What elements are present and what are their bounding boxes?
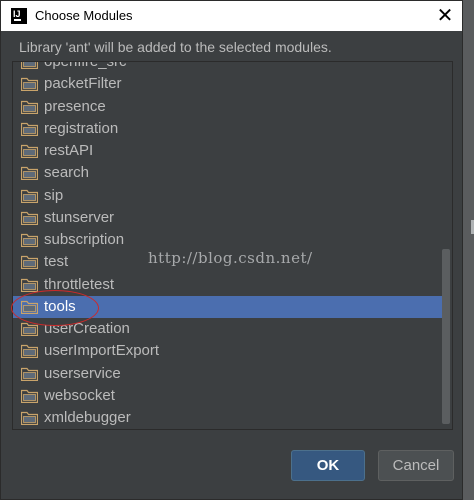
module-label: presence <box>44 97 106 115</box>
module-list-item[interactable]: xmldebugger <box>13 407 442 429</box>
choose-modules-dialog: IJ Choose Modules ✕ Library 'ant' will b… <box>0 0 463 500</box>
module-label: userCreation <box>44 320 130 337</box>
folder-icon <box>21 100 38 114</box>
intellij-app-icon: IJ <box>11 8 27 24</box>
folder-icon <box>21 189 38 203</box>
module-label: userservice <box>44 364 121 382</box>
module-label: sip <box>44 186 64 204</box>
folder-icon <box>21 300 38 314</box>
app-icon-text: IJ <box>13 9 21 19</box>
module-label: stunserver <box>44 208 115 226</box>
module-list-item[interactable]: tools <box>13 295 442 318</box>
dialog-message: Library 'ant' will be added to the selec… <box>19 39 332 55</box>
module-list-item[interactable]: search <box>13 162 442 184</box>
module-list-item[interactable]: subscription <box>13 229 442 251</box>
module-list-item[interactable]: presence <box>13 96 442 118</box>
module-list-item[interactable]: throttletest <box>13 274 442 296</box>
folder-icon <box>21 345 38 359</box>
folder-icon <box>21 167 38 181</box>
module-list-item[interactable]: userservice <box>13 363 442 385</box>
folder-icon <box>21 278 38 292</box>
folder-icon <box>21 62 38 69</box>
folder-icon <box>21 322 38 336</box>
window-title: Choose Modules <box>35 8 133 23</box>
folder-icon <box>21 78 38 92</box>
module-label: tools <box>44 297 76 315</box>
module-list-item[interactable]: test <box>13 251 442 273</box>
module-label: packetFilter <box>44 75 122 93</box>
folder-icon <box>21 211 38 225</box>
module-list-item[interactable]: userCreation <box>13 318 442 340</box>
module-label: userImportExport <box>44 342 160 360</box>
module-label: openfire_src <box>44 61 127 70</box>
module-list-item[interactable]: stunserver <box>13 207 442 229</box>
module-label: registration <box>44 119 119 137</box>
folder-icon <box>21 144 38 158</box>
folder-icon <box>21 367 38 381</box>
folder-icon <box>21 256 38 270</box>
module-list-item[interactable]: packetFilter <box>13 73 442 95</box>
module-label: throttletest <box>44 275 115 293</box>
module-list-item[interactable]: userImportExport <box>13 340 442 362</box>
folder-icon <box>21 233 38 247</box>
module-list-item[interactable]: sip <box>13 185 442 207</box>
folder-icon <box>21 122 38 136</box>
module-label: xmldebugger <box>44 409 131 426</box>
cancel-button[interactable]: Cancel <box>378 450 454 481</box>
folder-icon <box>21 389 38 403</box>
module-list-item[interactable]: websocket <box>13 385 442 407</box>
title-bar[interactable]: IJ Choose Modules ✕ <box>1 1 462 31</box>
module-list-item[interactable]: restAPI <box>13 140 442 162</box>
module-label: search <box>44 164 90 182</box>
module-list-item[interactable]: openfire_src <box>13 61 442 73</box>
module-label: test <box>44 253 69 271</box>
module-label: restAPI <box>44 142 94 159</box>
module-list-item[interactable]: registration <box>13 118 442 140</box>
ok-button[interactable]: OK <box>291 450 365 481</box>
module-list[interactable]: openfire_src packetFilter presence registra… <box>12 61 453 430</box>
module-label: subscription <box>44 231 125 248</box>
folder-icon <box>21 411 38 425</box>
module-label: websocket <box>44 386 115 404</box>
close-icon[interactable]: ✕ <box>428 1 462 31</box>
list-scrollbar[interactable] <box>442 249 450 424</box>
